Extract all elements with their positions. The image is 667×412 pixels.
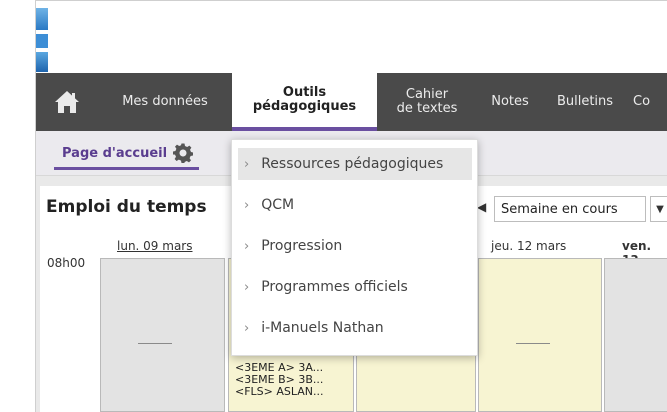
chevron-right-icon: › — [244, 238, 250, 254]
menu-item-qcm[interactable]: › QCM — [238, 189, 472, 221]
nav-cahier-de-textes[interactable]: Cahier de textes — [377, 73, 477, 131]
nav-notes[interactable]: Notes — [477, 73, 543, 131]
day-column-lun[interactable] — [100, 258, 225, 412]
chevron-right-icon: › — [244, 279, 250, 295]
menu-item-progression[interactable]: › Progression — [238, 230, 472, 262]
nav-outils-pedagogiques[interactable]: Outils pédagogiques — [232, 73, 377, 131]
chevron-right-icon: › — [244, 156, 250, 172]
nav-competences[interactable]: Co — [627, 73, 667, 131]
menu-item-i-manuels-nathan[interactable]: › i-Manuels Nathan — [238, 312, 472, 344]
nav-mes-donnees[interactable]: Mes données — [98, 73, 232, 131]
chevron-down-icon: ▼ — [656, 203, 664, 215]
empty-slot-marker — [516, 343, 550, 344]
day-column-jeu[interactable] — [478, 258, 602, 412]
nav-cahier-line2: de textes — [396, 101, 458, 116]
schedule-title: Emploi du temps — [46, 197, 207, 217]
day-header-jeu[interactable]: jeu. 12 mars — [491, 239, 566, 253]
menu-item-label: Ressources pédagogiques — [261, 156, 444, 172]
menu-item-programmes-officiels[interactable]: › Programmes officiels — [238, 271, 472, 303]
home-button[interactable] — [36, 73, 98, 131]
chevron-right-icon: › — [244, 320, 250, 336]
page-accueil-label: Page d'accueil — [62, 145, 168, 161]
week-selector[interactable]: Semaine en cours — [494, 196, 646, 222]
page-accueil-tab[interactable]: Page d'accueil — [54, 139, 200, 170]
outils-dropdown-menu: › Ressources pédagogiques › QCM › Progre… — [231, 139, 478, 356]
day-column-ven[interactable] — [604, 258, 667, 412]
menu-item-label: i-Manuels Nathan — [261, 320, 384, 336]
nav-bulletins[interactable]: Bulletins — [543, 73, 627, 131]
nav-outils-line2: pédagogiques — [252, 99, 357, 114]
menu-item-label: QCM — [261, 197, 295, 213]
previous-week-icon[interactable]: ◀ — [477, 200, 486, 214]
week-selector-dropdown[interactable]: ▼ — [650, 196, 667, 222]
course-line: <FLS> ASLAN... — [235, 385, 324, 398]
empty-slot-marker — [138, 343, 172, 344]
nav-outils-line1: Outils — [282, 85, 327, 100]
gear-icon[interactable] — [173, 143, 194, 163]
course-cell[interactable]: <3EME A> 3A... <3EME B> 3B... <FLS> ASLA… — [235, 362, 324, 398]
day-header-lun[interactable]: lun. 09 mars — [117, 239, 193, 253]
menu-item-label: Progression — [261, 238, 343, 254]
home-icon — [55, 91, 79, 113]
chevron-right-icon: › — [244, 197, 250, 213]
main-navbar: Mes données Outils pédagogiques Cahier d… — [36, 73, 667, 131]
school-logo — [36, 8, 54, 72]
menu-item-ressources-pedagogiques[interactable]: › Ressources pédagogiques — [238, 148, 472, 180]
menu-item-label: Programmes officiels — [261, 279, 408, 295]
hour-label: 08h00 — [47, 256, 86, 270]
nav-cahier-line1: Cahier — [405, 87, 449, 102]
